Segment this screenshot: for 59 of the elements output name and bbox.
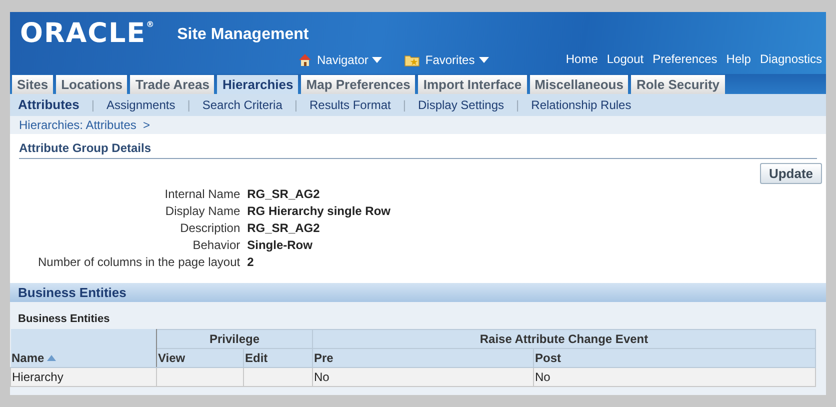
field-value: 2 — [247, 254, 255, 271]
subtab[interactable]: Display Settings — [418, 96, 504, 114]
update-button[interactable]: Update — [760, 163, 822, 184]
tab[interactable]: Map Preferences — [301, 75, 416, 94]
subtab[interactable]: Attributes — [18, 95, 80, 115]
separator: | — [187, 97, 190, 114]
field-value: RG_SR_AG2 — [247, 220, 321, 237]
separator: | — [402, 97, 406, 114]
tab[interactable]: Locations — [56, 75, 128, 94]
column-group-header: Privilege — [156, 329, 312, 348]
oracle-logo: ORACLE® — [20, 20, 156, 48]
field-label: Display Name — [164, 203, 240, 220]
field-label: Description — [179, 220, 240, 237]
column-header: Name — [10, 329, 156, 367]
column-header: Post — [534, 348, 816, 367]
global-link[interactable]: Preferences — [652, 52, 718, 67]
house-icon — [298, 53, 312, 67]
table-cell — [244, 367, 312, 386]
separator: | — [516, 97, 520, 114]
page-heading: Attribute Group Details — [19, 141, 152, 155]
subtab[interactable]: Results Format — [310, 96, 391, 114]
global-link[interactable]: Diagnostics — [760, 52, 822, 67]
field-value: RG Hierarchy single Row — [247, 203, 392, 220]
folder-star-icon — [404, 53, 420, 67]
table-cell: No — [534, 367, 816, 386]
sort-ascending-icon — [47, 354, 56, 360]
field-value: RG_SR_AG2 — [247, 186, 321, 203]
tab[interactable]: Sites — [12, 75, 54, 94]
column-group-header: Raise Attribute Change Event — [312, 329, 816, 348]
column-header: Pre — [312, 348, 534, 367]
tab[interactable]: Trade Areas — [130, 75, 214, 94]
dropdown-caret-icon — [478, 56, 489, 64]
column-header: View — [156, 348, 244, 367]
app-title: Site Management — [177, 25, 309, 45]
table-cell: No — [312, 367, 534, 386]
dropdown-caret-icon — [372, 56, 382, 64]
subtab[interactable]: Relationship Rules — [531, 96, 632, 114]
breadcrumb[interactable]: Hierarchies: Attributes > — [19, 116, 150, 134]
tab[interactable]: Hierarchies — [217, 75, 298, 94]
tab[interactable]: Import Interface — [418, 75, 527, 94]
section-heading: Business Entities — [18, 284, 126, 302]
table-caption: Business Entities — [17, 312, 111, 327]
subtab[interactable]: Search Criteria — [202, 96, 282, 114]
global-menu[interactable]: Navigator — [317, 51, 382, 69]
separator: | — [294, 97, 298, 114]
tab[interactable]: Role Security — [631, 75, 725, 94]
separator: | — [91, 97, 95, 114]
field-label: Internal Name — [164, 186, 240, 203]
global-menu[interactable]: Favorites — [425, 51, 489, 69]
subtab[interactable]: Assignments — [106, 96, 176, 114]
field-label: Behavior — [192, 237, 240, 254]
table-cell: Hierarchy — [10, 367, 156, 386]
field-label: Number of columns in the page layout — [38, 254, 240, 271]
global-link[interactable]: Help — [726, 52, 751, 67]
global-link[interactable]: Logout — [606, 52, 644, 67]
tab[interactable]: Miscellaneous — [530, 75, 628, 94]
global-link[interactable]: Home — [566, 52, 598, 67]
column-header: Edit — [244, 348, 312, 367]
field-value: Single-Row — [247, 237, 314, 254]
